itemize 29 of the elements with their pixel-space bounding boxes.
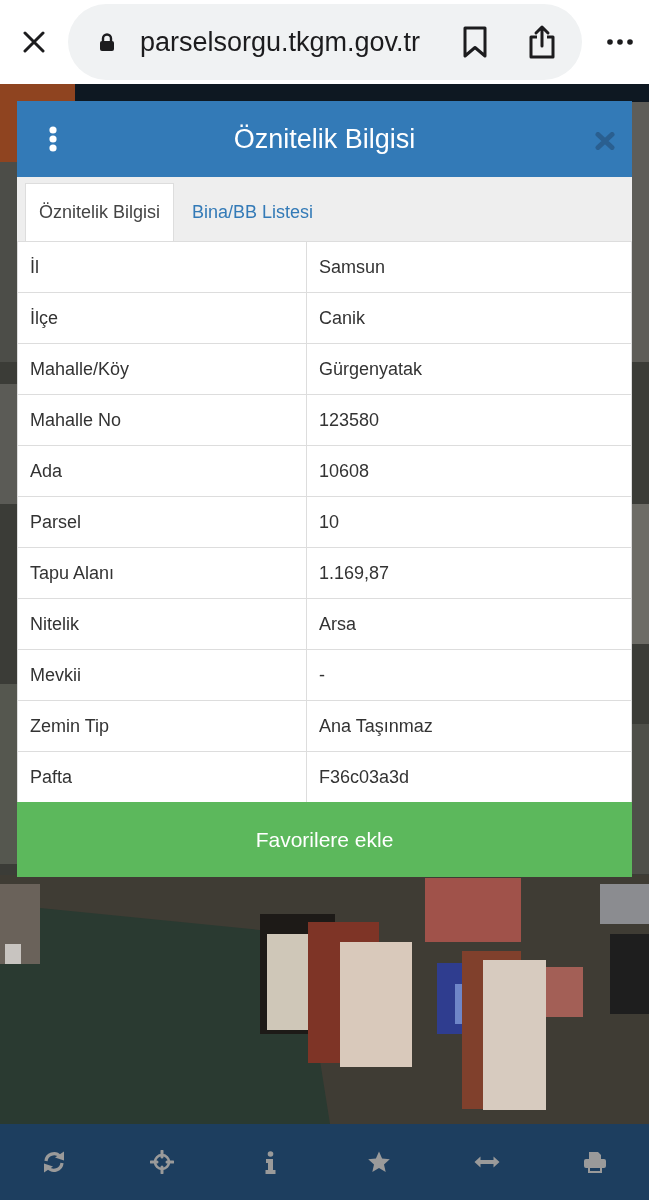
- attribute-name-cell: İlçe: [17, 293, 307, 343]
- attribute-name-cell: Ada: [17, 446, 307, 496]
- more-options-icon[interactable]: [607, 39, 633, 45]
- attribute-name-cell: Mahalle/Köy: [17, 344, 307, 394]
- refresh-icon[interactable]: [42, 1150, 67, 1174]
- attribute-name-cell: Mevkii: [17, 650, 307, 700]
- bookmark-icon[interactable]: [462, 26, 488, 58]
- address-field[interactable]: parselsorgu.tkgm.gov.tr: [68, 4, 582, 80]
- tab[interactable]: Bina/BB Listesi: [174, 183, 332, 241]
- info-icon[interactable]: [264, 1150, 276, 1174]
- attribute-name-cell: Tapu Alanı: [17, 548, 307, 598]
- printer-icon[interactable]: [582, 1151, 607, 1173]
- lock-icon: [99, 33, 115, 51]
- dialog-title: Öznitelik Bilgisi: [233, 123, 416, 156]
- attribute-name-cell: Mahalle No: [17, 395, 307, 445]
- attribute-name-cell: İl: [17, 242, 307, 292]
- url-text: parselsorgu.tkgm.gov.tr: [140, 26, 421, 59]
- attribute-name-cell: Zemin Tip: [17, 701, 307, 751]
- attribute-name-cell: Parsel: [17, 497, 307, 547]
- close-button[interactable]: [21, 29, 47, 55]
- close-icon: [23, 31, 45, 53]
- attribute-name-cell: Nitelik: [17, 599, 307, 649]
- horizontal-arrows-icon[interactable]: [473, 1156, 500, 1168]
- crosshairs-icon[interactable]: [150, 1150, 175, 1174]
- tab[interactable]: Öznitelik Bilgisi: [25, 183, 175, 241]
- kebab-menu-icon[interactable]: [49, 126, 57, 152]
- share-icon[interactable]: [528, 24, 556, 60]
- attribute-name-cell: Pafta: [17, 752, 307, 802]
- star-icon[interactable]: [366, 1150, 391, 1174]
